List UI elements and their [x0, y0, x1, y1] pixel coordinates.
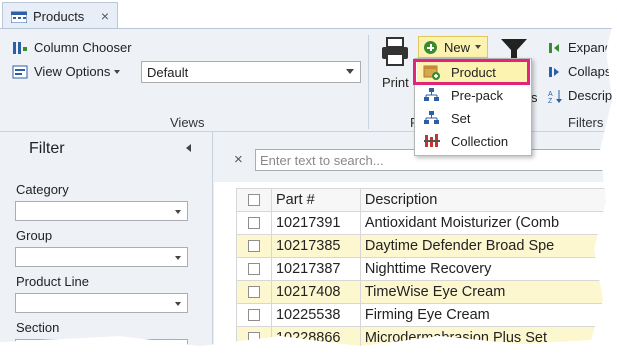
part-number-cell: 10217387 [270, 257, 361, 281]
collection-icon [424, 134, 440, 147]
svg-text:A: A [548, 91, 553, 98]
sort-az-icon: A Z [548, 89, 562, 103]
chevron-down-icon [175, 256, 181, 260]
menu-item-pre-pack[interactable]: Pre-pack [417, 84, 529, 106]
view-select[interactable]: Default [141, 61, 361, 83]
chevron-down-icon [175, 302, 181, 306]
description-cell: Nighttime Recovery [359, 257, 617, 281]
products-grid-icon [11, 11, 27, 23]
description-header[interactable]: Description [359, 188, 617, 212]
category-label: Category [16, 182, 69, 197]
chevron-down-icon [475, 45, 482, 49]
row-checkbox[interactable] [247, 309, 260, 322]
group-select[interactable] [15, 247, 188, 267]
chevron-down-icon [346, 69, 354, 74]
select-all-checkbox[interactable] [247, 194, 260, 207]
chevron-down-icon [175, 210, 181, 214]
row-checkbox[interactable] [247, 263, 260, 276]
collapse-icon [549, 66, 559, 77]
collapse-label: Collapse [568, 64, 617, 79]
view-options-label: View Options [34, 64, 111, 79]
expand-icon [549, 42, 559, 53]
expand-label: Expand [568, 40, 613, 55]
description-cell: Daytime Defender Broad Spe [359, 234, 617, 258]
menu-item-label: Collection [451, 133, 509, 149]
part-number-cell: 10217385 [270, 234, 361, 258]
description-cell: Antioxidant Moisturizer (Comb [359, 211, 617, 235]
tab-products[interactable]: Products × [2, 2, 118, 29]
hierarchy-icon [424, 88, 439, 101]
table-row[interactable]: 10217391 Antioxidant Moisturizer (Comb [236, 211, 617, 235]
description-cell: TimeWise Eye Cream [359, 280, 617, 304]
close-tab-icon[interactable]: × [101, 8, 109, 24]
column-chooser-button[interactable]: Column Chooser [12, 40, 132, 55]
table-row[interactable]: 10217408 TimeWise Eye Cream [236, 280, 617, 304]
collapse-button[interactable]: Collapse [548, 64, 617, 79]
views-group-label: Views [170, 115, 205, 130]
product-line-select[interactable] [15, 293, 188, 313]
row-checkbox[interactable] [247, 240, 260, 253]
app-window: Products × Column Chooser View Options D… [0, 0, 617, 346]
search-placeholder: Enter text to search... [260, 152, 384, 168]
new-button[interactable]: New [418, 36, 488, 58]
part-number-header[interactable]: Part # [270, 188, 361, 212]
view-options-button[interactable]: View Options [12, 64, 121, 79]
category-select[interactable] [15, 201, 188, 221]
menu-item-label: Set [451, 110, 471, 126]
add-circle-icon [424, 40, 437, 54]
printer-icon[interactable] [380, 37, 410, 67]
tab-label: Products [33, 8, 85, 24]
part-number-cell: 10225538 [270, 303, 361, 327]
products-table: Part # Description 10217391 Antioxidant … [236, 188, 617, 346]
table-row[interactable]: 10217387 Nighttime Recovery [236, 257, 617, 281]
menu-item-label: Pre-pack [451, 87, 504, 103]
part-number-cell: 10228866 [270, 326, 361, 346]
clear-search-icon[interactable]: × [234, 151, 243, 168]
description-sort-button[interactable]: A Z Descript [548, 88, 616, 103]
table-row[interactable]: 10228866 Microdermabrasion Plus Set [236, 326, 617, 346]
chevron-down-icon [114, 69, 121, 74]
collapse-panel-icon[interactable] [186, 144, 191, 152]
description-sort-label: Descript [568, 88, 616, 103]
filter-title: Filter [29, 140, 65, 157]
ribbon-separator [368, 35, 369, 129]
filters-group-label: Filters [568, 115, 604, 130]
section-select[interactable] [15, 339, 188, 352]
expand-button[interactable]: Expand [548, 40, 612, 55]
table-header-row: Part # Description [236, 188, 617, 212]
part-number-cell: 10217391 [270, 211, 361, 235]
new-button-label: New [444, 39, 471, 55]
menu-item-collection[interactable]: Collection [417, 130, 529, 152]
highlight-box [413, 59, 530, 85]
description-cell: Microdermabrasion Plus Set [359, 326, 617, 346]
row-checkbox[interactable] [247, 286, 260, 299]
svg-text:Z: Z [548, 98, 553, 103]
chevron-down-icon [175, 348, 181, 352]
description-cell: Firming Eye Cream [359, 303, 617, 327]
section-label: Section [16, 320, 60, 335]
filter-panel: Filter Category Group Product Line Secti… [0, 132, 213, 346]
print-label[interactable]: Print [382, 75, 409, 90]
product-line-label: Product Line [16, 274, 89, 289]
table-row[interactable]: 10217385 Daytime Defender Broad Spe [236, 234, 617, 258]
tab-strip: Products × [0, 0, 617, 29]
row-checkbox[interactable] [247, 217, 260, 230]
row-checkbox[interactable] [247, 332, 260, 345]
group-label: Group [16, 228, 53, 243]
part-number-cell: 10217408 [270, 280, 361, 304]
column-chooser-icon [13, 41, 27, 54]
select-all-header[interactable] [236, 188, 272, 212]
column-chooser-label: Column Chooser [34, 40, 132, 55]
view-select-value: Default [147, 64, 189, 80]
view-options-icon [12, 65, 28, 78]
set-hierarchy-icon [424, 111, 439, 124]
table-row[interactable]: 10225538 Firming Eye Cream [236, 303, 617, 327]
menu-item-set[interactable]: Set [417, 107, 529, 129]
